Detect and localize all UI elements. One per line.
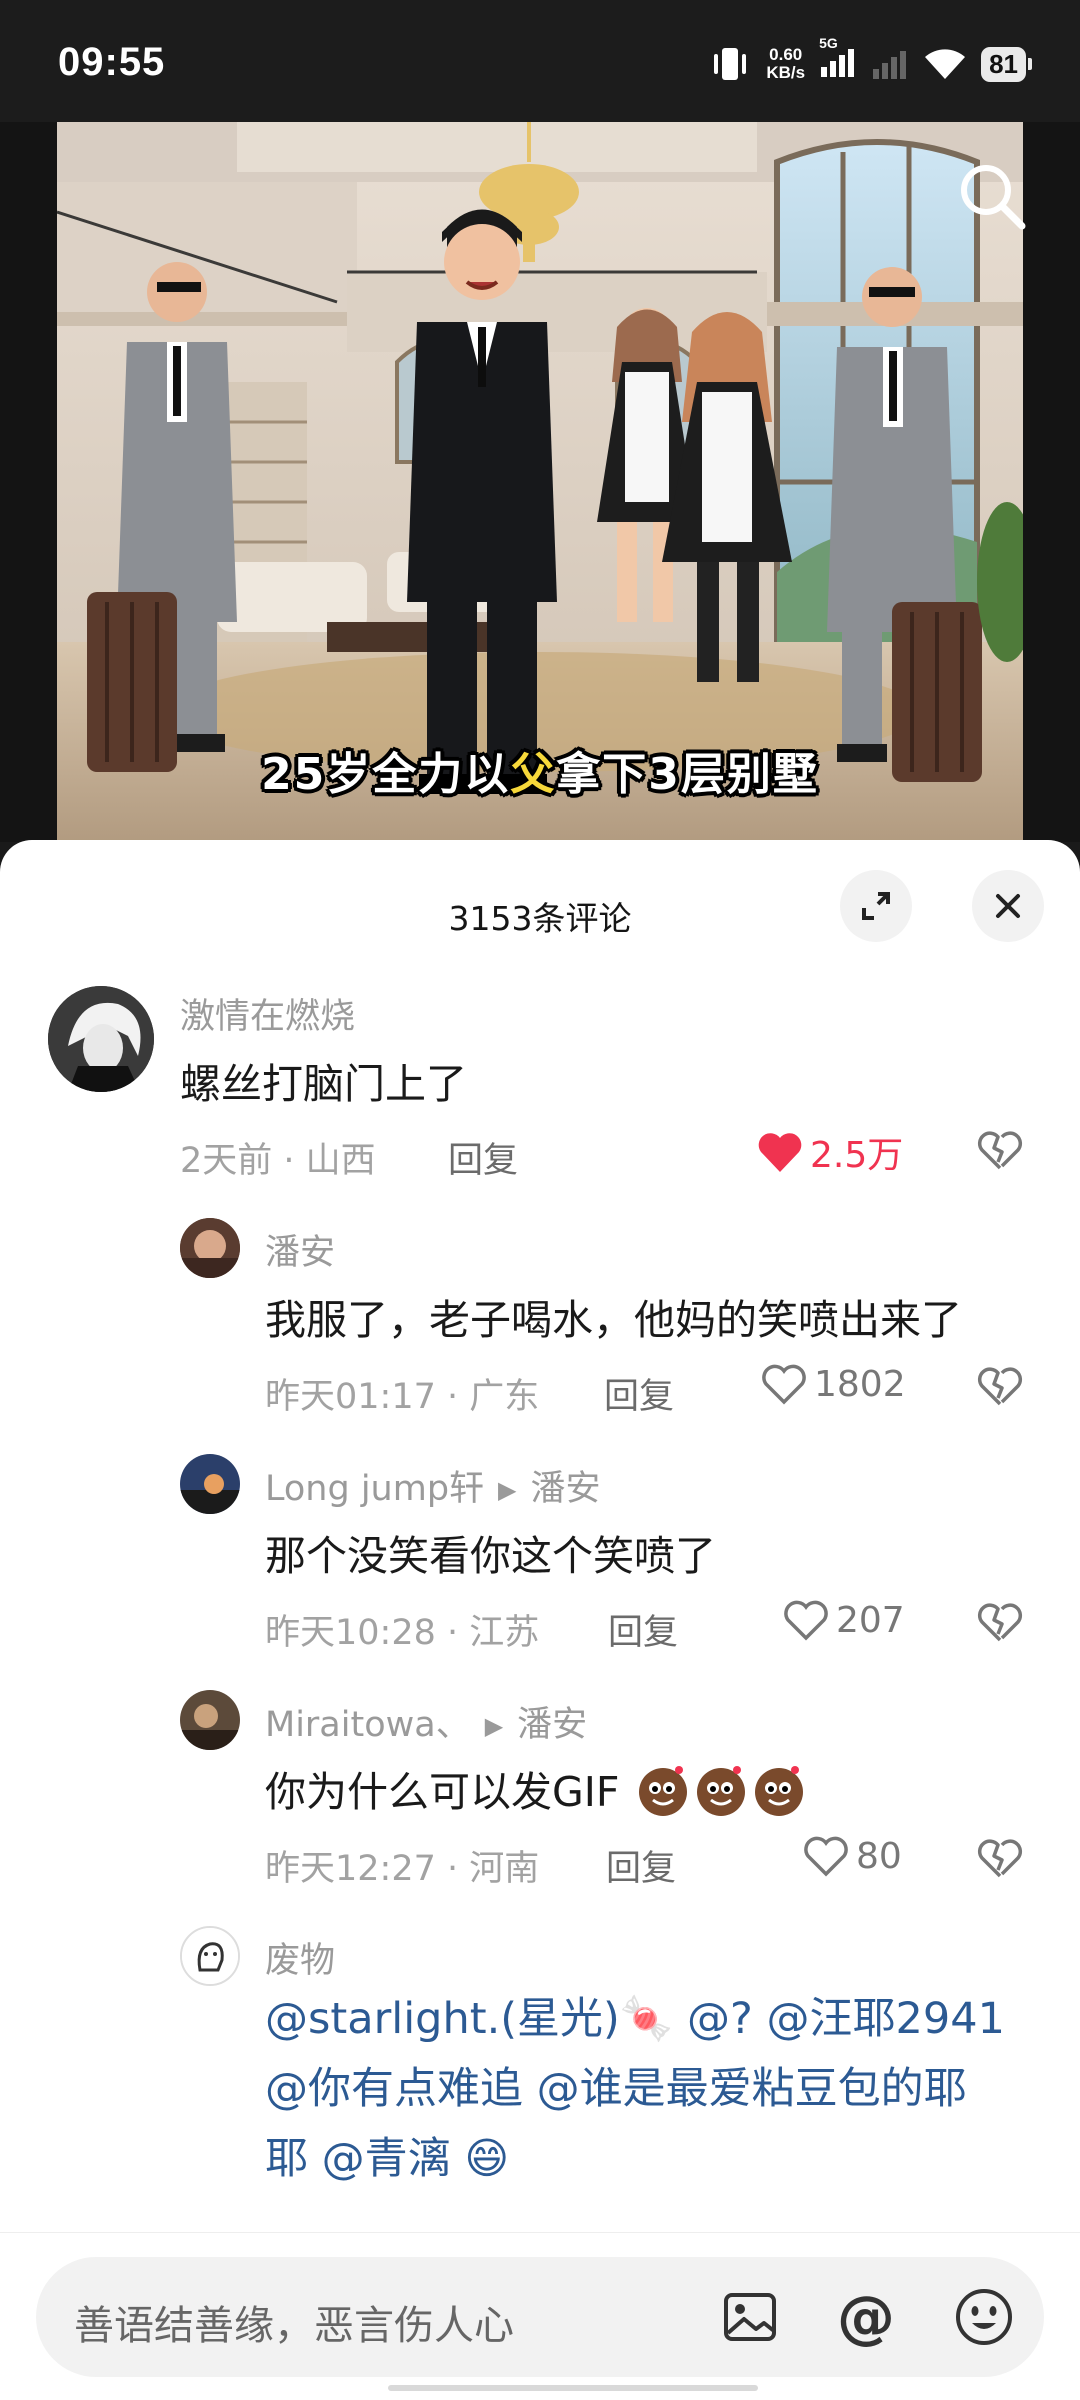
expand-button[interactable] xyxy=(840,870,912,942)
video-subtitle: 25岁全力以父拿下3层别墅 xyxy=(261,749,819,800)
mention-line[interactable]: @starlight.(星光)🍬 @? @汪耶2941 xyxy=(265,1984,1080,2054)
wifi-icon xyxy=(925,49,966,79)
heart-filled-icon xyxy=(758,1133,802,1172)
battery-indicator: 81 xyxy=(981,46,1032,82)
image-icon[interactable] xyxy=(716,2283,784,2351)
comment-username[interactable]: 废物 xyxy=(265,1932,335,1983)
signal-icon xyxy=(873,51,907,79)
status-bar: 09:55 0.60 KB/s 5G 81 xyxy=(0,0,1080,122)
reply-button[interactable]: 回复 xyxy=(604,1368,674,1419)
emoji-icon[interactable] xyxy=(950,2283,1018,2351)
comment-meta: 昨天12:27 · 河南 xyxy=(265,1849,540,1889)
reply-button[interactable]: 回复 xyxy=(606,1840,676,1891)
like-button[interactable]: 1802 xyxy=(760,1362,906,1406)
comment-meta: 2天前 · 山西 xyxy=(180,1141,376,1181)
dislike-icon[interactable] xyxy=(976,1600,1024,1644)
mention-line[interactable]: @你有点难追 @谁是最爱粘豆包的耶 xyxy=(265,2054,1080,2124)
vibrate-icon xyxy=(714,48,747,80)
search-icon xyxy=(961,165,1026,230)
mention-at-button[interactable]: @ xyxy=(832,2283,900,2351)
avatar[interactable] xyxy=(180,1218,240,1278)
reply-button[interactable]: 回复 xyxy=(448,1132,518,1183)
subtitle-highlight: 父 xyxy=(510,749,557,800)
comment-username[interactable]: Miraitowa、 ▶ 潘安 xyxy=(265,1696,587,1747)
comment-username[interactable]: 潘安 xyxy=(265,1224,335,1275)
close-button[interactable] xyxy=(972,870,1044,942)
reply-arrow-icon: ▶ xyxy=(498,1476,517,1504)
comment-input-placeholder: 善语结善缘，恶言伤人心 xyxy=(74,2303,514,2349)
comment-text[interactable]: 我服了，老子喝水，他妈的笑喷出来了 xyxy=(265,1286,962,1346)
comment-input[interactable]: 善语结善缘，恶言伤人心 @ xyxy=(36,2257,1044,2377)
close-icon xyxy=(996,894,1020,918)
signal-5g-icon: 5G xyxy=(819,35,857,83)
cookie-emoji-icon xyxy=(635,1762,815,1828)
avatar[interactable] xyxy=(180,1926,240,1986)
home-indicator xyxy=(388,2385,758,2391)
comment-username[interactable]: 激情在燃烧 xyxy=(180,988,355,1039)
comments-count-title: 3153条评论 xyxy=(448,899,632,938)
avatar[interactable] xyxy=(48,986,154,1092)
like-count: 1802 xyxy=(814,1363,906,1405)
avatar[interactable] xyxy=(180,1454,240,1514)
dislike-icon[interactable] xyxy=(976,1128,1024,1172)
comment-meta: 昨天01:17 · 广东 xyxy=(265,1377,540,1417)
comment-username[interactable]: Long jump轩 ▶ 潘安 xyxy=(265,1460,601,1511)
search-button[interactable] xyxy=(952,156,1032,236)
status-icons: 0.60 KB/s 5G 81 xyxy=(708,35,1032,84)
comments-sheet: 3153条评论 激情在燃烧 螺丝打脑门上了 2天前 · 山西 回复 2.5万 潘… xyxy=(0,840,1080,2400)
reply-arrow-icon: ▶ xyxy=(484,1712,504,1740)
mention-line[interactable]: 耶 @青漓 😄 xyxy=(265,2124,1080,2194)
video-player[interactable]: 25岁全力以父拿下3层别墅 xyxy=(0,122,1080,842)
expand-icon xyxy=(862,892,890,920)
comment-input-bar: 善语结善缘，恶言伤人心 @ xyxy=(0,2232,1080,2400)
video-frame xyxy=(57,122,1023,842)
heart-icon xyxy=(762,1364,806,1405)
dislike-icon[interactable] xyxy=(976,1836,1024,1880)
comment-text[interactable]: 螺丝打脑门上了 xyxy=(180,1050,467,1110)
net-speed: 0.60 KB/s xyxy=(766,45,806,82)
like-count: 207 xyxy=(836,1599,905,1641)
dislike-icon[interactable] xyxy=(976,1364,1024,1408)
comment-meta: 昨天10:28 · 江苏 xyxy=(265,1613,540,1653)
status-time: 09:55 xyxy=(58,40,166,84)
heart-icon xyxy=(784,1600,828,1641)
reply-button[interactable]: 回复 xyxy=(608,1604,678,1655)
like-button[interactable]: 2.5万 xyxy=(756,1126,903,1178)
heart-icon xyxy=(804,1836,848,1877)
like-button[interactable]: 207 xyxy=(782,1598,905,1642)
like-count: 80 xyxy=(856,1835,902,1877)
like-count: 2.5万 xyxy=(810,1135,904,1176)
like-button[interactable]: 80 xyxy=(802,1834,902,1878)
avatar[interactable] xyxy=(180,1690,240,1750)
comment-text[interactable]: 你为什么可以发GIF xyxy=(265,1758,815,1828)
comment-text[interactable]: 那个没笑看你这个笑喷了 xyxy=(265,1522,716,1582)
